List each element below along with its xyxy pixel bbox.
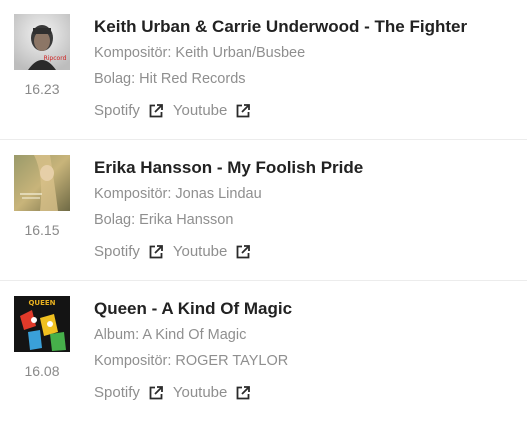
youtube-link-label: Youtube (172, 384, 228, 401)
composer-line: Kompositör: Keith Urban/Busbee (94, 45, 306, 61)
youtube-link-label: Youtube (172, 243, 228, 260)
spotify-link[interactable]: Spotify (94, 102, 164, 119)
play-time: 16.23 (24, 81, 60, 97)
stream-links: Spotify Youtube (94, 102, 260, 119)
external-link-icon (149, 244, 163, 258)
cover-text: Ripcord (44, 55, 67, 62)
external-link-icon (149, 385, 163, 399)
track-title: Queen - A Kind Of Magic (94, 299, 293, 318)
album-cover-image[interactable]: QUEEN (14, 296, 70, 352)
composer-line: Kompositör: Jonas Lindau (94, 186, 262, 202)
cover-text: QUEEN (28, 299, 55, 307)
track-list-item: Ripcord 16.23 Keith Urban & Carrie Under… (0, 0, 527, 140)
album-line: Album: A Kind Of Magic (94, 327, 247, 343)
spotify-link-label: Spotify (94, 384, 140, 401)
external-link-icon (236, 244, 251, 258)
external-link-icon (149, 103, 163, 117)
track-list-item: QUEEN 16.08 Queen - A Kind Of Magic Albu… (0, 281, 527, 421)
play-time: 16.08 (24, 363, 60, 379)
composer-line: Kompositör: ROGER TAYLOR (94, 353, 289, 369)
label-line: Bolag: Erika Hansson (94, 212, 234, 228)
spotify-link[interactable]: Spotify (94, 384, 164, 401)
track-title: Erika Hansson - My Foolish Pride (94, 158, 364, 177)
track-title: Keith Urban & Carrie Underwood - The Fig… (94, 17, 468, 36)
stream-links: Spotify Youtube (94, 243, 260, 260)
spotify-link-label: Spotify (94, 102, 140, 119)
youtube-link[interactable]: Youtube (173, 384, 252, 401)
stream-links: Spotify Youtube (94, 384, 260, 401)
external-link-icon (236, 385, 251, 399)
external-link-icon (236, 103, 251, 117)
youtube-link[interactable]: Youtube (173, 243, 252, 260)
spotify-link[interactable]: Spotify (94, 243, 164, 260)
label-line: Bolag: Hit Red Records (94, 71, 246, 87)
album-cover-image[interactable]: Ripcord (14, 14, 70, 70)
album-cover-image[interactable] (14, 155, 70, 211)
youtube-link-label: Youtube (172, 102, 228, 119)
spotify-link-label: Spotify (94, 243, 140, 260)
youtube-link[interactable]: Youtube (173, 102, 252, 119)
track-list-item: 16.15 Erika Hansson - My Foolish Pride K… (0, 140, 527, 280)
play-time: 16.15 (24, 222, 60, 238)
